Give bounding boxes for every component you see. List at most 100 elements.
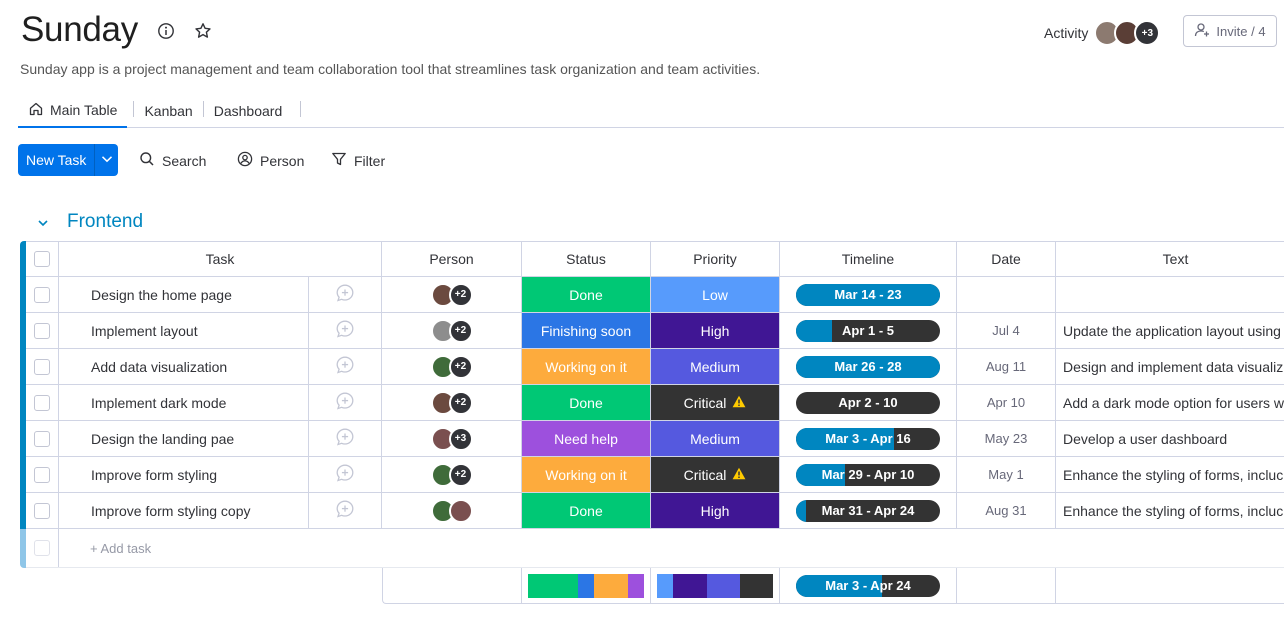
add-update-icon[interactable] xyxy=(335,319,355,342)
task-name-cell[interactable]: Design the home page xyxy=(59,277,309,312)
row-checkbox[interactable] xyxy=(34,286,50,303)
row-checkbox[interactable] xyxy=(34,430,50,447)
conversation-cell[interactable] xyxy=(309,493,382,528)
status-cell[interactable]: Working on it xyxy=(522,349,651,384)
person-cell[interactable]: +2 xyxy=(382,349,522,384)
person-cell[interactable]: +2 xyxy=(382,313,522,348)
timeline-cell[interactable]: Mar 3 - Apr 16 xyxy=(780,421,957,456)
priority-cell[interactable]: Low xyxy=(651,277,780,312)
activity-button[interactable]: Activity +3 xyxy=(1044,20,1161,46)
person-filter-button[interactable]: Person xyxy=(237,151,304,170)
column-header-timeline[interactable]: Timeline xyxy=(780,242,957,276)
row-checkbox[interactable] xyxy=(34,502,50,519)
task-name-cell[interactable]: Implement dark mode xyxy=(59,385,309,420)
column-header-date[interactable]: Date xyxy=(957,242,1056,276)
row-checkbox[interactable] xyxy=(34,322,50,339)
add-update-icon[interactable] xyxy=(335,391,355,414)
text-cell[interactable]: Add a dark mode option for users w xyxy=(1056,385,1284,420)
person-cell[interactable]: +2 xyxy=(382,277,522,312)
conversation-cell[interactable] xyxy=(309,385,382,420)
table-row[interactable]: Design the home page +2 Done Low Mar 14 … xyxy=(26,277,1284,313)
table-row[interactable]: Design the landing pae +3 Need help Medi… xyxy=(26,421,1284,457)
invite-button[interactable]: Invite / 4 xyxy=(1183,15,1277,47)
priority-cell[interactable]: Medium xyxy=(651,421,780,456)
text-cell[interactable]: Update the application layout using xyxy=(1056,313,1284,348)
person-cell[interactable]: +3 xyxy=(382,421,522,456)
conversation-cell[interactable] xyxy=(309,277,382,312)
chevron-down-icon[interactable] xyxy=(35,215,51,231)
timeline-pill[interactable]: Mar 26 - 28 xyxy=(796,355,940,378)
status-cell[interactable]: Done xyxy=(522,277,651,312)
summary-timeline-pill[interactable]: Mar 3 - Apr 24 xyxy=(796,574,940,597)
row-checkbox[interactable] xyxy=(34,394,50,411)
priority-cell[interactable]: Critical xyxy=(651,457,780,492)
task-name-cell[interactable]: Implement layout xyxy=(59,313,309,348)
conversation-cell[interactable] xyxy=(309,349,382,384)
add-update-icon[interactable] xyxy=(335,427,355,450)
date-cell[interactable]: May 23 xyxy=(957,421,1056,456)
column-header-priority[interactable]: Priority xyxy=(651,242,780,276)
add-task-input[interactable]: + Add task xyxy=(59,529,151,567)
status-cell[interactable]: Done xyxy=(522,385,651,420)
task-name-cell[interactable]: Improve form styling xyxy=(59,457,309,492)
filter-button[interactable]: Filter xyxy=(331,151,385,170)
new-task-dropdown-button[interactable] xyxy=(94,144,118,176)
column-header-status[interactable]: Status xyxy=(522,242,651,276)
text-cell[interactable]: Enhance the styling of forms, incluc xyxy=(1056,457,1284,492)
timeline-cell[interactable]: Mar 31 - Apr 24 xyxy=(780,493,957,528)
timeline-pill[interactable]: Mar 31 - Apr 24 xyxy=(796,499,940,522)
date-cell[interactable]: May 1 xyxy=(957,457,1056,492)
priority-cell[interactable]: High xyxy=(651,493,780,528)
status-cell[interactable]: Working on it xyxy=(522,457,651,492)
column-header-person[interactable]: Person xyxy=(382,242,522,276)
timeline-cell[interactable]: Apr 2 - 10 xyxy=(780,385,957,420)
search-button[interactable]: Search xyxy=(139,151,206,170)
timeline-pill[interactable]: Apr 2 - 10 xyxy=(796,391,940,414)
date-cell[interactable]: Jul 4 xyxy=(957,313,1056,348)
table-row[interactable]: Add data visualization +2 Working on it … xyxy=(26,349,1284,385)
table-row[interactable]: Improve form styling +2 Working on it Cr… xyxy=(26,457,1284,493)
group-title[interactable]: Frontend xyxy=(67,211,143,233)
column-header-task[interactable]: Task xyxy=(59,242,382,276)
priority-cell[interactable]: Critical xyxy=(651,385,780,420)
tab-main-table[interactable]: Main Table xyxy=(18,94,128,128)
column-header-text[interactable]: Text xyxy=(1056,242,1284,276)
timeline-pill[interactable]: Mar 14 - 23 xyxy=(796,283,940,306)
new-task-button[interactable]: New Task xyxy=(18,144,94,176)
person-cell[interactable]: +2 xyxy=(382,457,522,492)
add-update-icon[interactable] xyxy=(335,463,355,486)
timeline-pill[interactable]: Mar 29 - Apr 10 xyxy=(796,463,940,486)
timeline-cell[interactable]: Mar 14 - 23 xyxy=(780,277,957,312)
add-update-icon[interactable] xyxy=(335,355,355,378)
status-cell[interactable]: Finishing soon xyxy=(522,313,651,348)
date-cell[interactable]: Aug 11 xyxy=(957,349,1056,384)
priority-cell[interactable]: Medium xyxy=(651,349,780,384)
task-name-cell[interactable]: Add data visualization xyxy=(59,349,309,384)
text-cell[interactable]: Enhance the styling of forms, incluc xyxy=(1056,493,1284,528)
text-cell[interactable]: Develop a user dashboard xyxy=(1056,421,1284,456)
timeline-pill[interactable]: Apr 1 - 5 xyxy=(796,319,940,342)
add-update-icon[interactable] xyxy=(335,283,355,306)
select-all-checkbox[interactable] xyxy=(34,251,50,267)
info-icon[interactable] xyxy=(157,22,175,40)
timeline-cell[interactable]: Mar 26 - 28 xyxy=(780,349,957,384)
row-checkbox[interactable] xyxy=(34,358,50,375)
conversation-cell[interactable] xyxy=(309,457,382,492)
priority-cell[interactable]: High xyxy=(651,313,780,348)
text-cell[interactable]: Design and implement data visualiz xyxy=(1056,349,1284,384)
timeline-cell[interactable]: Mar 29 - Apr 10 xyxy=(780,457,957,492)
timeline-pill[interactable]: Mar 3 - Apr 16 xyxy=(796,427,940,450)
conversation-cell[interactable] xyxy=(309,313,382,348)
text-cell[interactable] xyxy=(1056,277,1284,312)
person-cell[interactable] xyxy=(382,493,522,528)
status-summary-bar[interactable] xyxy=(528,573,644,598)
status-cell[interactable]: Need help xyxy=(522,421,651,456)
date-cell[interactable]: Aug 31 xyxy=(957,493,1056,528)
task-name-cell[interactable]: Design the landing pae xyxy=(59,421,309,456)
add-update-icon[interactable] xyxy=(335,499,355,522)
conversation-cell[interactable] xyxy=(309,421,382,456)
tab-kanban[interactable]: Kanban xyxy=(134,94,202,128)
star-icon[interactable] xyxy=(194,22,212,40)
date-cell[interactable]: Apr 10 xyxy=(957,385,1056,420)
board-title[interactable]: Sunday xyxy=(21,10,138,50)
